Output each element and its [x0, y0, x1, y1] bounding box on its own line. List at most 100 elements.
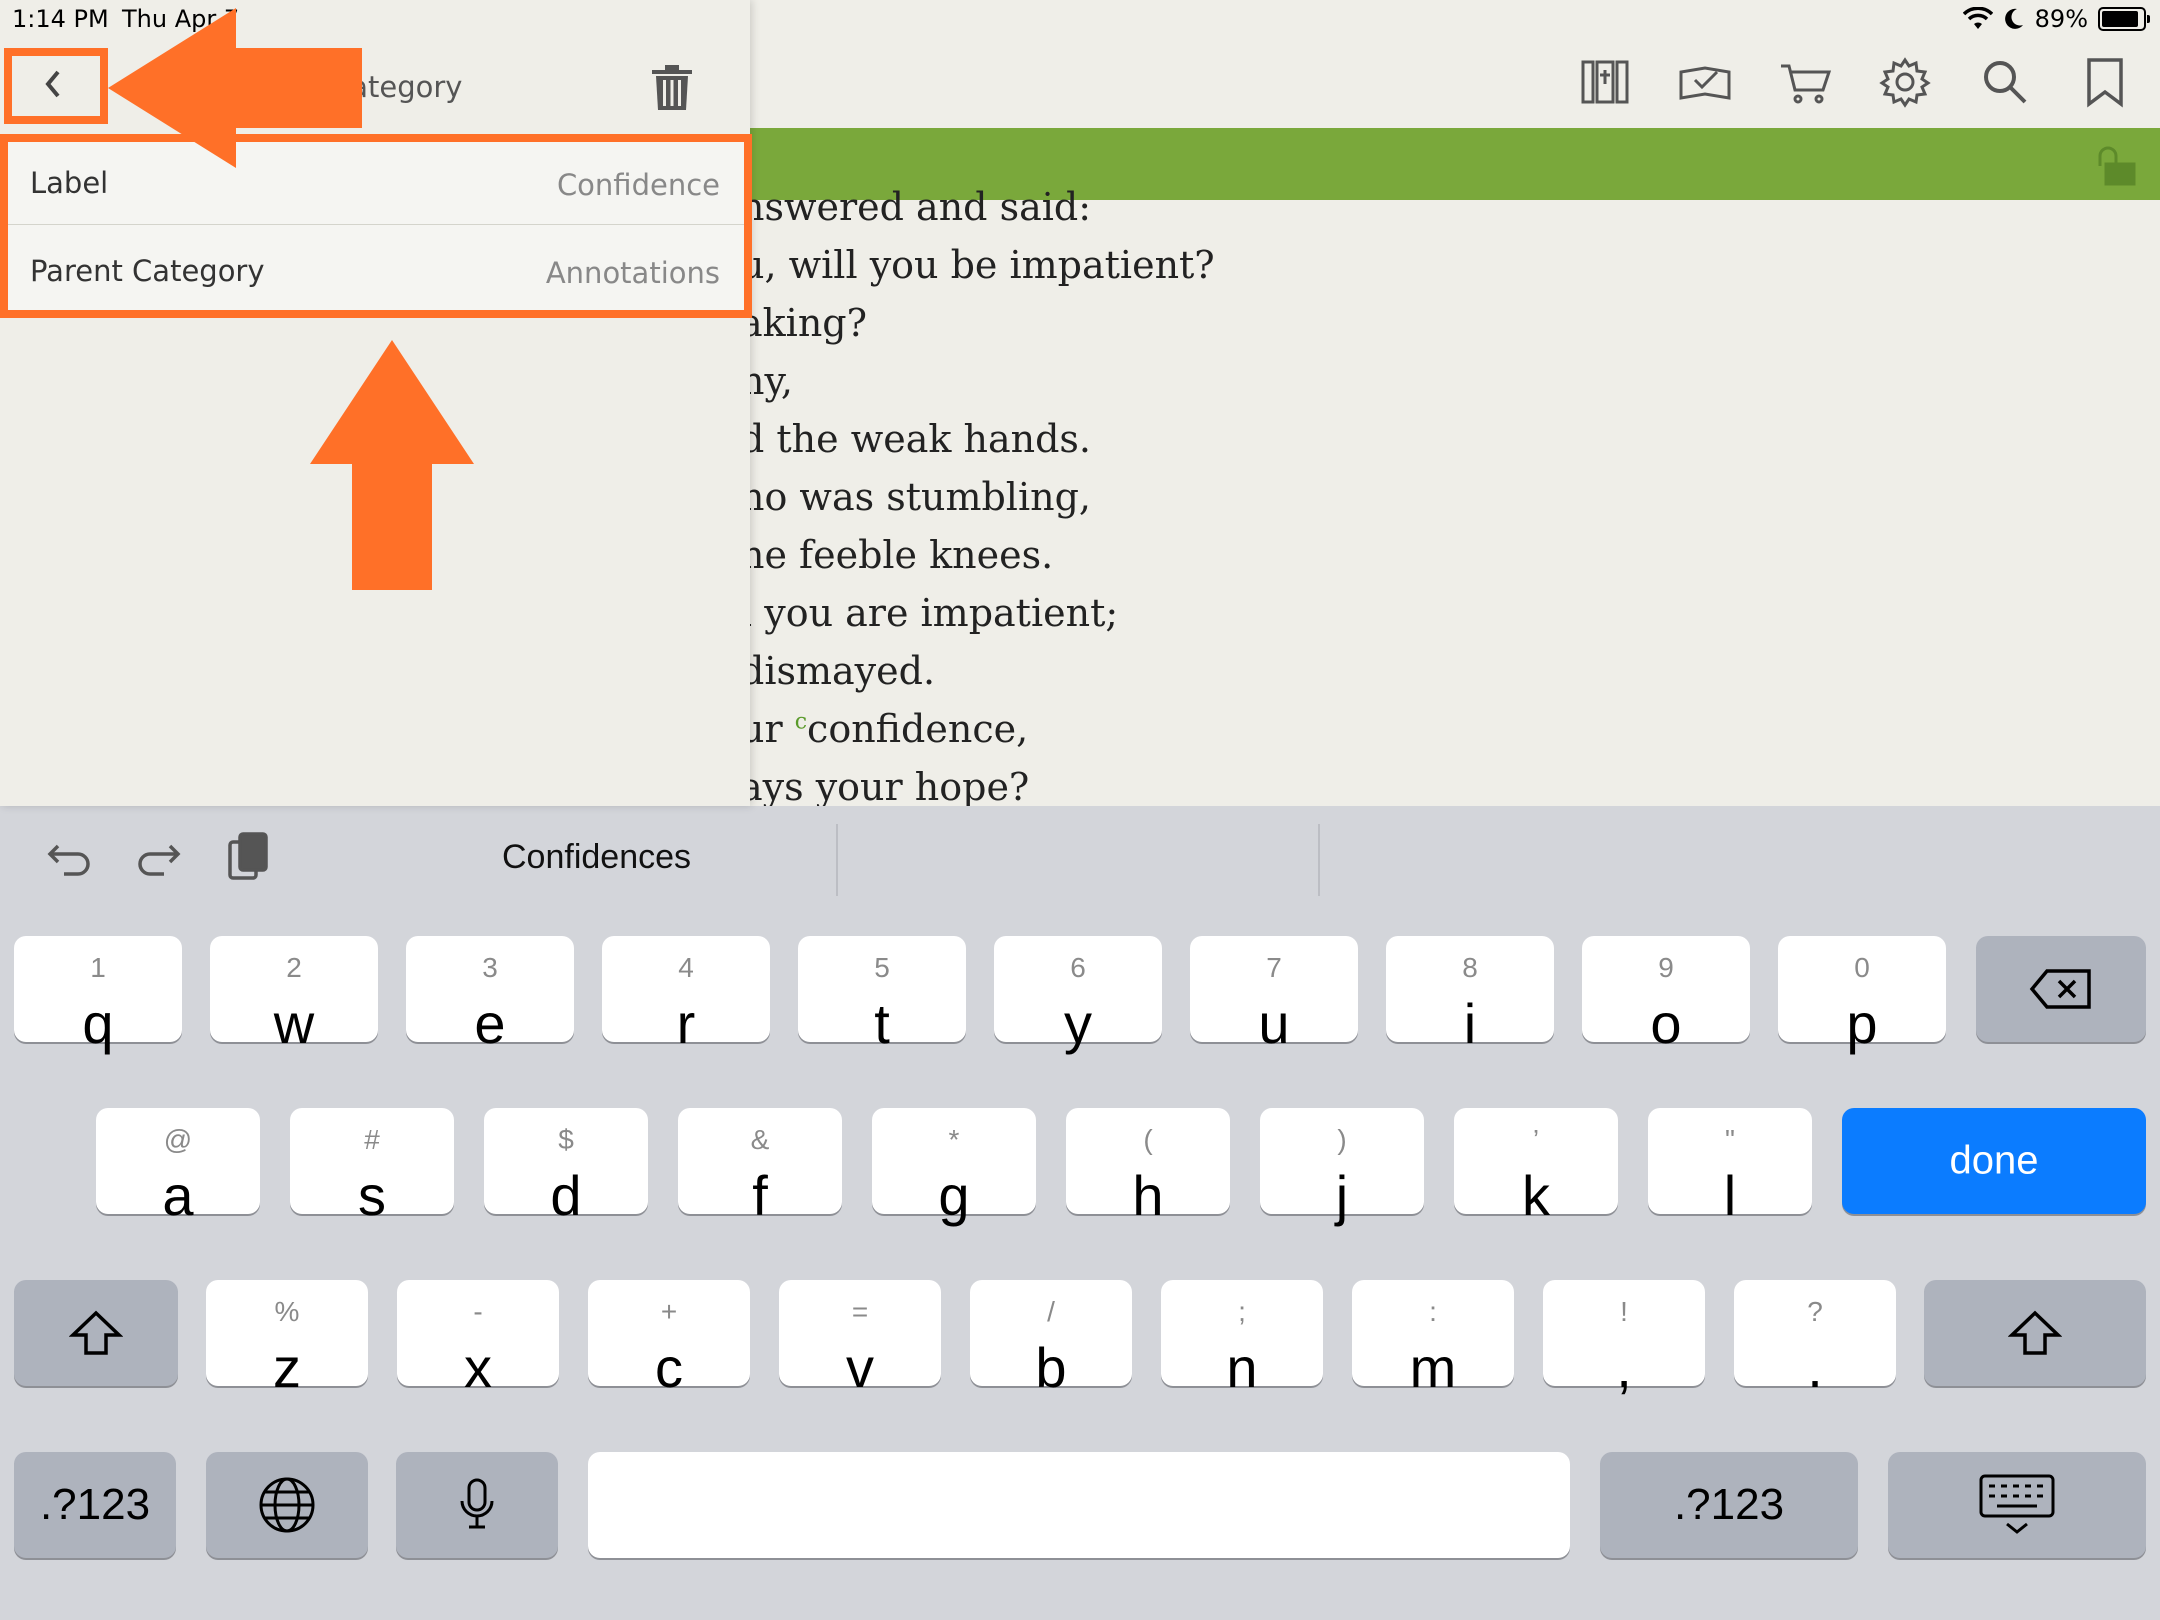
on-screen-keyboard: Confidences 1 q 2 w 3 e 4 r 5 t 6 y 7 u 8 i 9 o 0 p @ a # s $ d & f…	[0, 806, 2160, 1620]
key-l[interactable]: " l	[1648, 1108, 1812, 1224]
key-label: c	[655, 1336, 683, 1399]
key-label: h	[1132, 1164, 1164, 1227]
key-alt-label: (	[1143, 1124, 1153, 1155]
redo-icon[interactable]	[134, 830, 184, 884]
key-label: l	[1723, 1164, 1737, 1227]
key-a[interactable]: @ a	[96, 1108, 260, 1224]
reading-plans-icon[interactable]	[1675, 52, 1735, 116]
key-g[interactable]: * g	[872, 1108, 1036, 1224]
microphone-icon	[460, 1478, 494, 1529]
key-v[interactable]: = v	[779, 1280, 941, 1396]
key-h[interactable]: (h	[1066, 1108, 1230, 1224]
shift-key-right[interactable]	[1924, 1280, 2146, 1386]
key-label: q	[82, 992, 114, 1055]
key-alt-label: +	[660, 1296, 678, 1327]
key-period[interactable]: ?.	[1734, 1280, 1896, 1396]
key-m[interactable]: :m	[1352, 1280, 1514, 1396]
battery-icon	[2098, 7, 2150, 31]
key-alt-label: 3	[482, 952, 498, 983]
key-z[interactable]: % z	[206, 1280, 368, 1396]
key-label: x	[464, 1336, 492, 1399]
key-b[interactable]: / b	[970, 1280, 1132, 1396]
key-label: i	[1463, 992, 1477, 1055]
key-label: j	[1335, 1164, 1349, 1227]
key-d[interactable]: $ d	[484, 1108, 648, 1224]
globe-icon	[259, 1477, 315, 1533]
key-k[interactable]: ’ k	[1454, 1108, 1618, 1224]
suggestion-divider	[1318, 824, 1320, 896]
search-icon[interactable]	[1975, 52, 2035, 116]
key-alt-label: -	[473, 1296, 483, 1327]
status-right: 89%	[1962, 5, 2150, 33]
suggestion-bar: Confidences	[0, 806, 2160, 916]
key-alt-label: 4	[678, 952, 694, 983]
key-o[interactable]: 9o	[1582, 936, 1750, 1052]
bookmark-icon[interactable]	[2075, 52, 2135, 116]
text-line: u, will you be impatient?	[740, 243, 1215, 287]
key-y[interactable]: 6y	[994, 936, 1162, 1052]
key-s[interactable]: # s	[290, 1108, 454, 1224]
key-alt-label: &	[750, 1124, 770, 1155]
hide-keyboard-key[interactable]	[1888, 1452, 2146, 1558]
space-key[interactable]	[588, 1452, 1570, 1558]
trash-icon[interactable]	[650, 62, 694, 112]
key-alt-label: ’	[1532, 1124, 1540, 1155]
cart-icon[interactable]	[1775, 52, 1835, 116]
key-p[interactable]: 0p	[1778, 936, 1946, 1052]
suggestion-divider	[836, 824, 838, 896]
footnote-marker[interactable]: c	[795, 709, 807, 734]
paste-icon[interactable]	[224, 830, 274, 884]
text-line: ny,	[740, 359, 793, 403]
key-alt-label: 5	[874, 952, 890, 983]
key-alt-label: 2	[286, 952, 302, 983]
key-alt-label: )	[1337, 1124, 1347, 1155]
keyboard-dismiss-icon	[1979, 1474, 2055, 1534]
text-line: d the weak hands.	[740, 417, 1091, 461]
moon-icon	[2004, 8, 2023, 29]
key-q[interactable]: 1q	[14, 936, 182, 1052]
up-arrow-annotation	[310, 340, 474, 590]
key-f[interactable]: & f	[678, 1108, 842, 1224]
unlock-icon[interactable]	[2092, 146, 2138, 186]
shift-icon	[2008, 1310, 2062, 1355]
key-comma[interactable]: !,	[1543, 1280, 1705, 1396]
suggestion-word[interactable]: Confidences	[502, 838, 691, 877]
done-key-label: done	[1949, 1138, 2039, 1183]
shift-key-left[interactable]	[14, 1280, 178, 1386]
backspace-key[interactable]	[1976, 936, 2146, 1042]
microphone-key[interactable]	[396, 1452, 558, 1558]
key-t[interactable]: 5t	[798, 936, 966, 1052]
key-r[interactable]: 4r	[602, 936, 770, 1052]
key-w[interactable]: 2w	[210, 936, 378, 1052]
key-label: r	[676, 992, 696, 1055]
key-i[interactable]: 8i	[1386, 936, 1554, 1052]
globe-key[interactable]	[206, 1452, 368, 1558]
text-line: he feeble knees.	[740, 533, 1054, 577]
key-label: u	[1258, 992, 1290, 1055]
undo-icon[interactable]	[44, 830, 94, 884]
text-line: ur cconfidence,	[740, 700, 1215, 758]
battery-percent: 89%	[2034, 5, 2088, 33]
text-line: dismayed.	[740, 649, 936, 693]
key-u[interactable]: 7u	[1190, 936, 1358, 1052]
numbers-key-left[interactable]: .?123	[14, 1452, 176, 1558]
key-label: y	[1064, 992, 1092, 1055]
numbers-key-right[interactable]: .?123	[1600, 1452, 1858, 1558]
done-key[interactable]: done	[1842, 1108, 2146, 1214]
key-alt-label: =	[851, 1296, 869, 1327]
key-j[interactable]: ) j	[1260, 1108, 1424, 1224]
status-time: 1:14 PM	[12, 5, 109, 33]
key-alt-label: ;	[1238, 1296, 1246, 1327]
key-label: ,	[1616, 1336, 1632, 1399]
shift-icon	[69, 1310, 123, 1355]
library-icon[interactable]	[1575, 52, 1635, 116]
key-label: b	[1035, 1336, 1067, 1399]
key-e[interactable]: 3e	[406, 936, 574, 1052]
key-label: g	[938, 1164, 970, 1227]
key-label: k	[1522, 1164, 1550, 1227]
key-alt-label: 6	[1070, 952, 1086, 983]
key-x[interactable]: -x	[397, 1280, 559, 1396]
key-c[interactable]: + c	[588, 1280, 750, 1396]
gear-icon[interactable]	[1875, 52, 1935, 116]
key-n[interactable]: ; n	[1161, 1280, 1323, 1396]
